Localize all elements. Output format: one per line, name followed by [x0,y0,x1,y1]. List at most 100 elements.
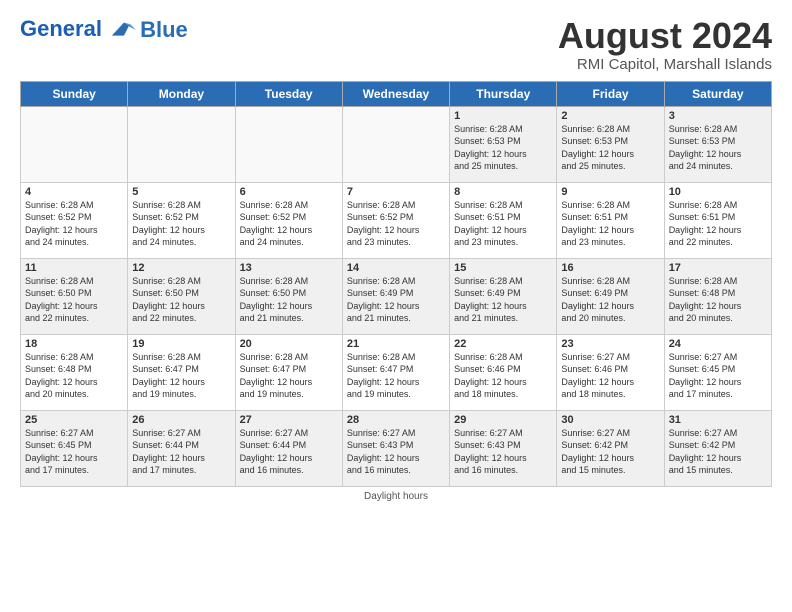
day-header-tuesday: Tuesday [235,81,342,106]
calendar-cell: 11Sunrise: 6:28 AM Sunset: 6:50 PM Dayli… [21,258,128,334]
calendar-cell: 6Sunrise: 6:28 AM Sunset: 6:52 PM Daylig… [235,182,342,258]
calendar-cell: 13Sunrise: 6:28 AM Sunset: 6:50 PM Dayli… [235,258,342,334]
day-number: 10 [669,186,767,198]
logo-bird-icon [110,16,138,44]
calendar-week-2: 4Sunrise: 6:28 AM Sunset: 6:52 PM Daylig… [21,182,772,258]
day-number: 13 [240,262,338,274]
day-info: Sunrise: 6:28 AM Sunset: 6:52 PM Dayligh… [132,199,230,249]
calendar-cell: 24Sunrise: 6:27 AM Sunset: 6:45 PM Dayli… [664,334,771,410]
day-info: Sunrise: 6:27 AM Sunset: 6:44 PM Dayligh… [132,427,230,477]
calendar-cell: 8Sunrise: 6:28 AM Sunset: 6:51 PM Daylig… [450,182,557,258]
day-info: Sunrise: 6:28 AM Sunset: 6:52 PM Dayligh… [240,199,338,249]
day-number: 15 [454,262,552,274]
day-info: Sunrise: 6:27 AM Sunset: 6:46 PM Dayligh… [561,351,659,401]
day-number: 14 [347,262,445,274]
calendar-cell: 26Sunrise: 6:27 AM Sunset: 6:44 PM Dayli… [128,410,235,486]
calendar-cell: 18Sunrise: 6:28 AM Sunset: 6:48 PM Dayli… [21,334,128,410]
day-number: 3 [669,110,767,122]
day-number: 18 [25,338,123,350]
day-number: 8 [454,186,552,198]
day-number: 7 [347,186,445,198]
calendar-cell: 10Sunrise: 6:28 AM Sunset: 6:51 PM Dayli… [664,182,771,258]
calendar-cell: 5Sunrise: 6:28 AM Sunset: 6:52 PM Daylig… [128,182,235,258]
day-number: 28 [347,414,445,426]
day-number: 6 [240,186,338,198]
day-info: Sunrise: 6:28 AM Sunset: 6:50 PM Dayligh… [132,275,230,325]
day-info: Sunrise: 6:28 AM Sunset: 6:46 PM Dayligh… [454,351,552,401]
logo-general: General [20,16,102,41]
day-number: 27 [240,414,338,426]
day-number: 1 [454,110,552,122]
calendar-cell [342,106,449,182]
day-number: 20 [240,338,338,350]
calendar-cell: 16Sunrise: 6:28 AM Sunset: 6:49 PM Dayli… [557,258,664,334]
day-info: Sunrise: 6:28 AM Sunset: 6:47 PM Dayligh… [240,351,338,401]
day-info: Sunrise: 6:28 AM Sunset: 6:47 PM Dayligh… [347,351,445,401]
calendar-week-5: 25Sunrise: 6:27 AM Sunset: 6:45 PM Dayli… [21,410,772,486]
calendar-header-row: SundayMondayTuesdayWednesdayThursdayFrid… [21,81,772,106]
day-header-thursday: Thursday [450,81,557,106]
day-info: Sunrise: 6:28 AM Sunset: 6:51 PM Dayligh… [561,199,659,249]
calendar-cell: 20Sunrise: 6:28 AM Sunset: 6:47 PM Dayli… [235,334,342,410]
day-info: Sunrise: 6:27 AM Sunset: 6:45 PM Dayligh… [25,427,123,477]
main-title: August 2024 [558,16,772,56]
calendar-cell: 28Sunrise: 6:27 AM Sunset: 6:43 PM Dayli… [342,410,449,486]
calendar-cell: 7Sunrise: 6:28 AM Sunset: 6:52 PM Daylig… [342,182,449,258]
calendar-cell: 19Sunrise: 6:28 AM Sunset: 6:47 PM Dayli… [128,334,235,410]
calendar-cell: 1Sunrise: 6:28 AM Sunset: 6:53 PM Daylig… [450,106,557,182]
calendar-cell [21,106,128,182]
day-info: Sunrise: 6:28 AM Sunset: 6:47 PM Dayligh… [132,351,230,401]
calendar-cell: 29Sunrise: 6:27 AM Sunset: 6:43 PM Dayli… [450,410,557,486]
day-info: Sunrise: 6:28 AM Sunset: 6:52 PM Dayligh… [25,199,123,249]
day-info: Sunrise: 6:28 AM Sunset: 6:53 PM Dayligh… [454,123,552,173]
day-info: Sunrise: 6:28 AM Sunset: 6:48 PM Dayligh… [669,275,767,325]
calendar-cell: 3Sunrise: 6:28 AM Sunset: 6:53 PM Daylig… [664,106,771,182]
calendar-page: General Blue August 2024 RMI Capitol, Ma… [0,0,792,612]
calendar-cell: 12Sunrise: 6:28 AM Sunset: 6:50 PM Dayli… [128,258,235,334]
day-header-friday: Friday [557,81,664,106]
title-block: August 2024 RMI Capitol, Marshall Island… [558,16,772,73]
calendar-cell [235,106,342,182]
day-number: 22 [454,338,552,350]
day-info: Sunrise: 6:28 AM Sunset: 6:51 PM Dayligh… [669,199,767,249]
day-info: Sunrise: 6:27 AM Sunset: 6:45 PM Dayligh… [669,351,767,401]
day-number: 23 [561,338,659,350]
day-number: 19 [132,338,230,350]
day-number: 25 [25,414,123,426]
calendar-cell: 22Sunrise: 6:28 AM Sunset: 6:46 PM Dayli… [450,334,557,410]
calendar-week-1: 1Sunrise: 6:28 AM Sunset: 6:53 PM Daylig… [21,106,772,182]
day-number: 29 [454,414,552,426]
day-info: Sunrise: 6:28 AM Sunset: 6:53 PM Dayligh… [561,123,659,173]
calendar-cell: 15Sunrise: 6:28 AM Sunset: 6:49 PM Dayli… [450,258,557,334]
calendar-cell: 17Sunrise: 6:28 AM Sunset: 6:48 PM Dayli… [664,258,771,334]
day-number: 30 [561,414,659,426]
day-number: 24 [669,338,767,350]
day-number: 31 [669,414,767,426]
logo: General Blue [20,16,188,44]
header: General Blue August 2024 RMI Capitol, Ma… [20,16,772,73]
day-info: Sunrise: 6:28 AM Sunset: 6:52 PM Dayligh… [347,199,445,249]
day-info: Sunrise: 6:27 AM Sunset: 6:42 PM Dayligh… [561,427,659,477]
day-number: 2 [561,110,659,122]
calendar-week-4: 18Sunrise: 6:28 AM Sunset: 6:48 PM Dayli… [21,334,772,410]
day-info: Sunrise: 6:28 AM Sunset: 6:50 PM Dayligh… [240,275,338,325]
day-info: Sunrise: 6:28 AM Sunset: 6:49 PM Dayligh… [347,275,445,325]
day-number: 12 [132,262,230,274]
day-number: 5 [132,186,230,198]
footer: Daylight hours [20,491,772,502]
calendar-cell: 9Sunrise: 6:28 AM Sunset: 6:51 PM Daylig… [557,182,664,258]
day-header-monday: Monday [128,81,235,106]
day-number: 9 [561,186,659,198]
day-number: 4 [25,186,123,198]
logo-blue: Blue [140,17,188,43]
subtitle: RMI Capitol, Marshall Islands [558,56,772,73]
day-info: Sunrise: 6:28 AM Sunset: 6:49 PM Dayligh… [454,275,552,325]
calendar-body: 1Sunrise: 6:28 AM Sunset: 6:53 PM Daylig… [21,106,772,486]
calendar-table: SundayMondayTuesdayWednesdayThursdayFrid… [20,81,772,487]
calendar-cell [128,106,235,182]
calendar-cell: 14Sunrise: 6:28 AM Sunset: 6:49 PM Dayli… [342,258,449,334]
day-number: 26 [132,414,230,426]
day-number: 17 [669,262,767,274]
day-number: 21 [347,338,445,350]
calendar-cell: 21Sunrise: 6:28 AM Sunset: 6:47 PM Dayli… [342,334,449,410]
